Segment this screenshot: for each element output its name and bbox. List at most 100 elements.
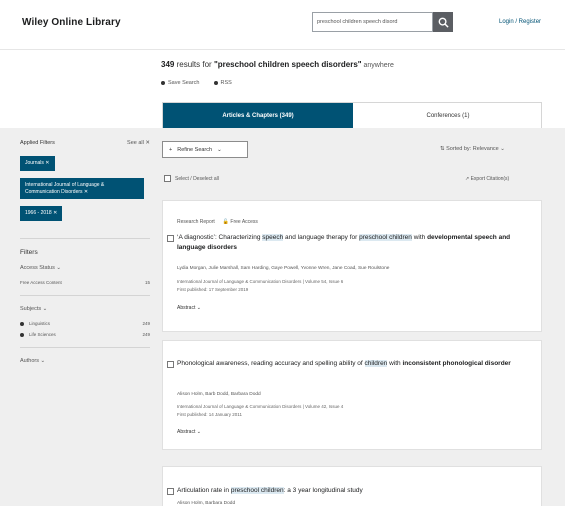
sort-by-dropdown[interactable]: ⇅ Sorted by: Relevance ⌄: [440, 146, 505, 152]
filters-title: Filters: [20, 249, 38, 256]
results-actions: Save Search RSS: [161, 80, 232, 86]
save-search-link[interactable]: Save Search: [161, 80, 200, 86]
select-all-control[interactable]: Select / Deselect all: [164, 175, 219, 182]
title-bold: inconsistent phonological disorder: [402, 360, 511, 367]
article-type: Research Report: [177, 219, 215, 225]
select-all-checkbox[interactable]: [164, 175, 171, 182]
site-header: Wiley Online Library preschool children …: [0, 0, 565, 50]
results-scope[interactable]: anywhere: [362, 62, 394, 69]
results-summary: 349 results for "preschool children spee…: [161, 60, 394, 69]
result-journal[interactable]: International Journal of Language & Comm…: [177, 404, 529, 411]
subject-label: Life Sciences: [29, 332, 56, 337]
result-authors[interactable]: Alison Holm, Barb Dodd, Barbara Dodd: [177, 392, 529, 397]
result-published: First published: 14 January 2011: [177, 412, 242, 417]
chevron-down-icon: ⌄: [196, 429, 201, 435]
see-all-link[interactable]: See all ✕: [127, 140, 150, 146]
divider: [20, 238, 150, 239]
pill-label: International Journal of Language & Comm…: [25, 181, 105, 195]
access-status-label: Access Status: [20, 265, 55, 271]
chevron-down-icon: ⌄: [56, 265, 61, 271]
search-button[interactable]: [433, 12, 453, 32]
applied-filter-pill[interactable]: Journals ✕: [20, 156, 55, 171]
chevron-down-icon: ⌄: [42, 306, 48, 312]
result-title[interactable]: Articulation rate in preschool children:…: [177, 486, 529, 496]
subject-filter-linguistics[interactable]: Linguistics 249: [20, 321, 150, 326]
result-checkbox[interactable]: [167, 361, 174, 368]
result-card: Research Report 🔓 Free Access ‘A diagnos…: [162, 200, 542, 332]
close-icon[interactable]: ✕: [84, 189, 88, 195]
export-citations-button[interactable]: ↗ Export Citation(s): [465, 176, 509, 182]
save-search-label: Save Search: [168, 80, 200, 86]
refine-search-label: Refine Search: [177, 146, 213, 153]
tab-conferences[interactable]: Conferences (1): [353, 103, 543, 129]
sort-icon: ⇅: [440, 146, 445, 152]
authors-label: Authors: [20, 358, 39, 364]
divider: [20, 347, 150, 348]
result-meta: Research Report 🔓 Free Access: [177, 219, 529, 225]
tab-articles-chapters[interactable]: Articles & Chapters (349): [163, 103, 353, 134]
abstract-label: Abstract: [177, 429, 196, 435]
title-part: with: [387, 360, 403, 367]
title-highlight: children: [364, 360, 388, 367]
subject-filter-life-sciences[interactable]: Life Sciences 249: [20, 332, 150, 337]
radio-icon: [20, 321, 24, 326]
title-highlight: preschool children: [359, 234, 412, 241]
select-all-label: Select / Deselect all: [175, 175, 219, 182]
brand-logo[interactable]: Wiley Online Library: [22, 17, 121, 28]
results-count: 349: [161, 60, 175, 69]
title-part: Phonological awareness, reading accuracy…: [177, 360, 365, 367]
applied-filters-header: Applied Filters See all ✕: [20, 140, 150, 146]
close-icon[interactable]: ✕: [45, 160, 49, 166]
subject-count: 249: [142, 332, 150, 337]
applied-filter-pill[interactable]: 1966 - 2018 ✕: [20, 206, 63, 221]
rss-label: RSS: [220, 80, 232, 86]
chevron-down-icon: ⌄: [500, 146, 505, 152]
free-access-label: Free Access Content: [20, 280, 62, 285]
result-card: Phonological awareness, reading accuracy…: [162, 340, 542, 450]
export-label: Export Citation(s): [470, 176, 510, 182]
subject-count: 249: [142, 321, 150, 326]
access-status-toggle[interactable]: Access Status ⌄: [20, 265, 150, 271]
result-title[interactable]: Phonological awareness, reading accuracy…: [177, 359, 529, 369]
rss-link[interactable]: RSS: [213, 80, 232, 86]
title-part: and language therapy for: [283, 234, 360, 241]
radio-icon: [20, 332, 24, 337]
search-icon: [438, 17, 449, 28]
abstract-toggle[interactable]: Abstract ⌄: [177, 429, 529, 435]
search-input[interactable]: preschool children speech disord: [312, 12, 433, 32]
result-checkbox[interactable]: [167, 488, 174, 495]
filters-sidebar: Applied Filters See all ✕ Journals ✕ Int…: [20, 140, 150, 373]
divider: [20, 295, 150, 296]
applied-filter-pill[interactable]: International Journal of Language & Comm…: [20, 177, 144, 200]
refine-search-button[interactable]: + Refine Search ⌄: [162, 141, 248, 158]
login-register-link[interactable]: Login / Register: [499, 19, 541, 25]
result-authors[interactable]: Alison Holm, Barbara Dodd: [177, 501, 529, 506]
sort-label: Sorted by: Relevance: [446, 146, 499, 152]
result-journal[interactable]: International Journal of Language & Comm…: [177, 279, 529, 286]
free-access-filter[interactable]: Free Access Content 15: [20, 280, 150, 285]
result-title[interactable]: ‘A diagnostic’: Characterizing speech an…: [177, 233, 529, 254]
title-highlight: speech: [262, 234, 284, 241]
free-access-count: 15: [144, 280, 150, 285]
pill-label: Journals: [25, 160, 44, 166]
access-badge: Free Access: [230, 219, 258, 225]
abstract-label: Abstract: [177, 305, 196, 311]
title-part: Articulation rate in: [177, 487, 231, 494]
title-part: : a 3 year longitudinal study: [283, 487, 363, 494]
result-published: First published: 17 September 2019: [177, 287, 249, 292]
result-tabs: Articles & Chapters (349) Conferences (1…: [162, 102, 543, 134]
result-authors[interactable]: Lydia Morgan, Julie Marshall, Sam Hardin…: [177, 266, 529, 271]
title-highlight: preschool children: [230, 487, 284, 494]
result-checkbox[interactable]: [167, 235, 174, 242]
plus-icon: +: [169, 146, 173, 153]
pill-label: 1966 - 2018: [25, 210, 52, 217]
result-card: Articulation rate in preschool children:…: [162, 466, 542, 506]
abstract-toggle[interactable]: Abstract ⌄: [177, 305, 529, 311]
subjects-label: Subjects: [20, 306, 42, 312]
chevron-down-icon: ⌄: [217, 146, 222, 153]
subjects-toggle[interactable]: Subjects ⌄: [20, 306, 150, 312]
chevron-down-icon: ⌄: [40, 358, 46, 364]
results-query: "preschool children speech disorders": [213, 60, 362, 69]
authors-toggle[interactable]: Authors ⌄: [20, 358, 150, 364]
close-icon[interactable]: ✕: [53, 210, 57, 216]
